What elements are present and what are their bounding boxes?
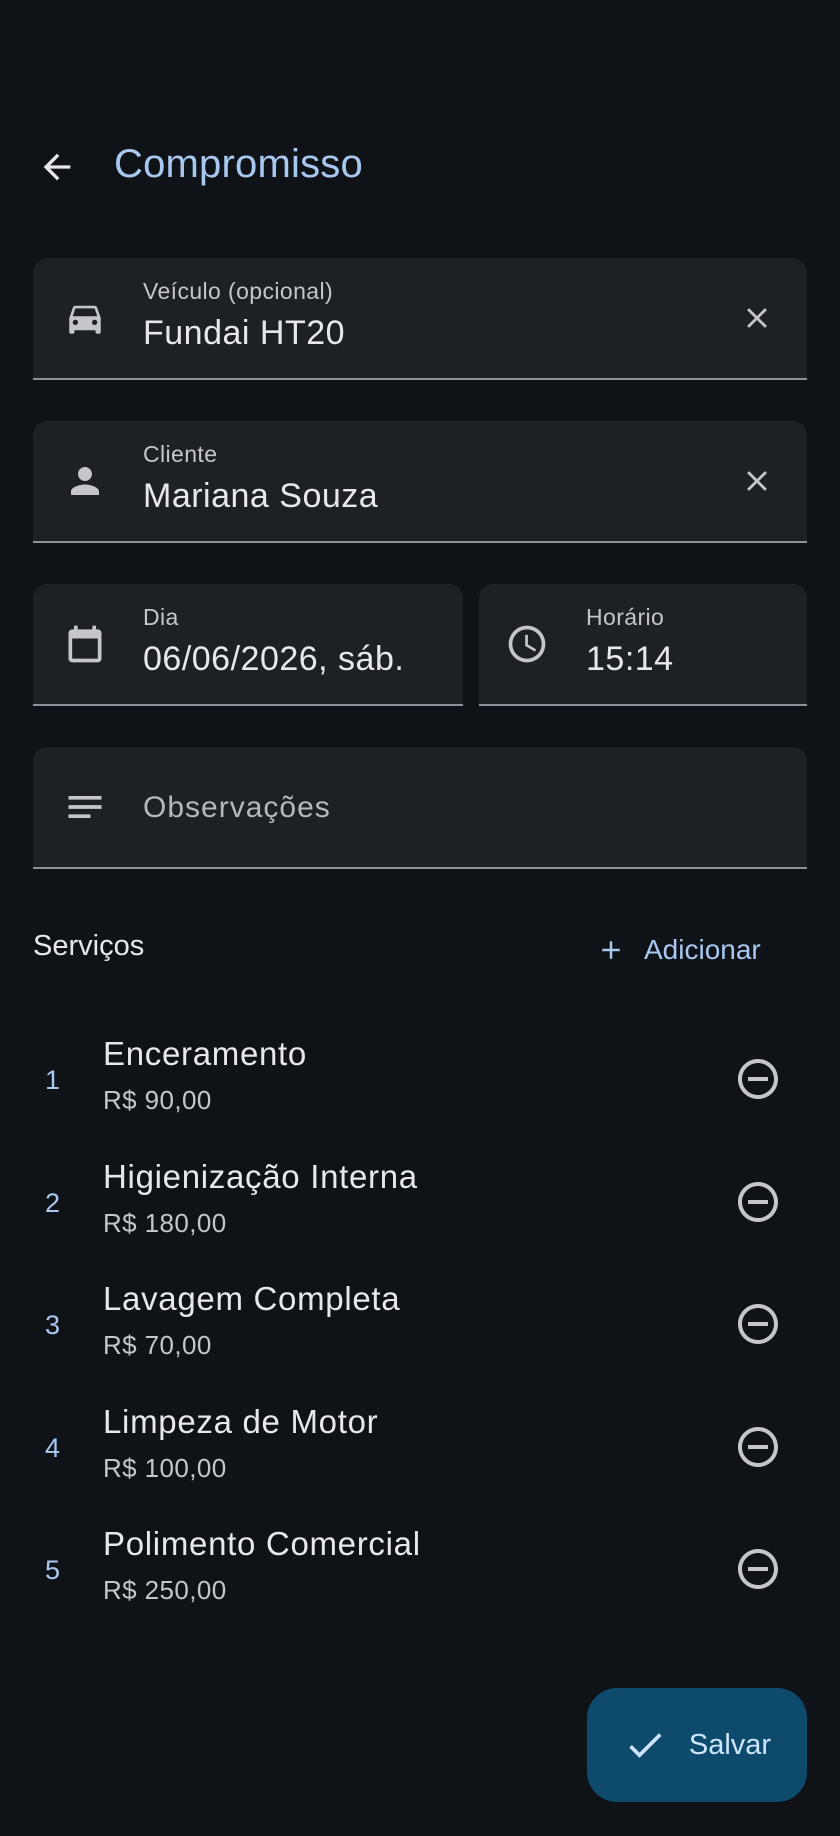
add-service-button[interactable]: Adicionar xyxy=(596,922,796,978)
remove-service-button[interactable] xyxy=(732,1176,784,1228)
plus-icon xyxy=(602,941,620,959)
service-name: Enceramento xyxy=(103,1035,307,1072)
service-item: 1 Enceramento R$ 90,00 xyxy=(0,1025,840,1135)
service-price: R$ 250,00 xyxy=(103,1575,227,1605)
remove-circle-icon xyxy=(738,1304,778,1344)
notes-placeholder: Observações xyxy=(143,791,331,824)
service-price: R$ 70,00 xyxy=(103,1330,212,1360)
service-index: 5 xyxy=(45,1555,61,1585)
service-price: R$ 90,00 xyxy=(103,1085,212,1115)
client-field[interactable]: Cliente Mariana Souza xyxy=(33,421,807,543)
page-title: Compromisso xyxy=(114,142,363,186)
service-item: 4 Limpeza de Motor R$ 100,00 xyxy=(0,1393,840,1503)
service-name: Polimento Comercial xyxy=(103,1525,421,1562)
service-index: 3 xyxy=(45,1310,61,1340)
time-field[interactable]: Horário 15:14 xyxy=(479,584,807,706)
person-icon xyxy=(63,459,107,503)
save-button[interactable]: Salvar xyxy=(587,1688,807,1802)
save-label: Salvar xyxy=(688,1728,772,1761)
check-icon xyxy=(629,1733,662,1758)
service-name: Higienização Interna xyxy=(103,1158,418,1195)
vehicle-label: Veículo (opcional) xyxy=(143,278,334,304)
clock-icon xyxy=(505,622,549,666)
date-value: 06/06/2026, sáb. xyxy=(143,640,405,678)
car-icon xyxy=(63,296,107,340)
remove-service-button[interactable] xyxy=(732,1298,784,1350)
notes-field[interactable]: Observações xyxy=(33,747,807,869)
service-item: 2 Higienização Interna R$ 180,00 xyxy=(0,1148,840,1258)
remove-service-button[interactable] xyxy=(732,1543,784,1595)
notes-icon xyxy=(63,785,107,829)
remove-service-button[interactable] xyxy=(732,1421,784,1473)
remove-circle-icon xyxy=(738,1427,778,1467)
date-field[interactable]: Dia 06/06/2026, sáb. xyxy=(33,584,463,706)
time-label: Horário xyxy=(586,604,665,630)
calendar-icon xyxy=(63,622,107,666)
remove-circle-icon xyxy=(738,1059,778,1099)
service-item: 5 Polimento Comercial R$ 250,00 xyxy=(0,1515,840,1625)
client-label: Cliente xyxy=(143,441,218,467)
app-bar: Compromisso xyxy=(0,120,840,210)
clear-vehicle-button[interactable] xyxy=(733,294,781,342)
vehicle-value: Fundai HT20 xyxy=(143,314,346,352)
remove-circle-icon xyxy=(738,1182,778,1222)
service-index: 4 xyxy=(45,1433,61,1463)
service-name: Limpeza de Motor xyxy=(103,1403,379,1440)
service-item: 3 Lavagem Completa R$ 70,00 xyxy=(0,1270,840,1380)
back-button[interactable] xyxy=(30,140,84,194)
service-name: Lavagem Completa xyxy=(103,1280,401,1317)
time-value: 15:14 xyxy=(586,640,674,678)
close-icon xyxy=(747,308,767,328)
service-price: R$ 180,00 xyxy=(103,1208,227,1238)
date-label: Dia xyxy=(143,604,179,630)
close-icon xyxy=(747,471,767,491)
service-index: 1 xyxy=(45,1065,61,1095)
vehicle-field[interactable]: Veículo (opcional) Fundai HT20 xyxy=(33,258,807,380)
client-value: Mariana Souza xyxy=(143,477,379,515)
add-service-label: Adicionar xyxy=(644,934,761,965)
remove-service-button[interactable] xyxy=(732,1053,784,1105)
arrow-left-icon xyxy=(43,153,71,181)
clear-client-button[interactable] xyxy=(733,457,781,505)
service-index: 2 xyxy=(45,1188,61,1218)
services-title: Serviços xyxy=(33,930,145,962)
remove-circle-icon xyxy=(738,1549,778,1589)
service-price: R$ 100,00 xyxy=(103,1453,227,1483)
